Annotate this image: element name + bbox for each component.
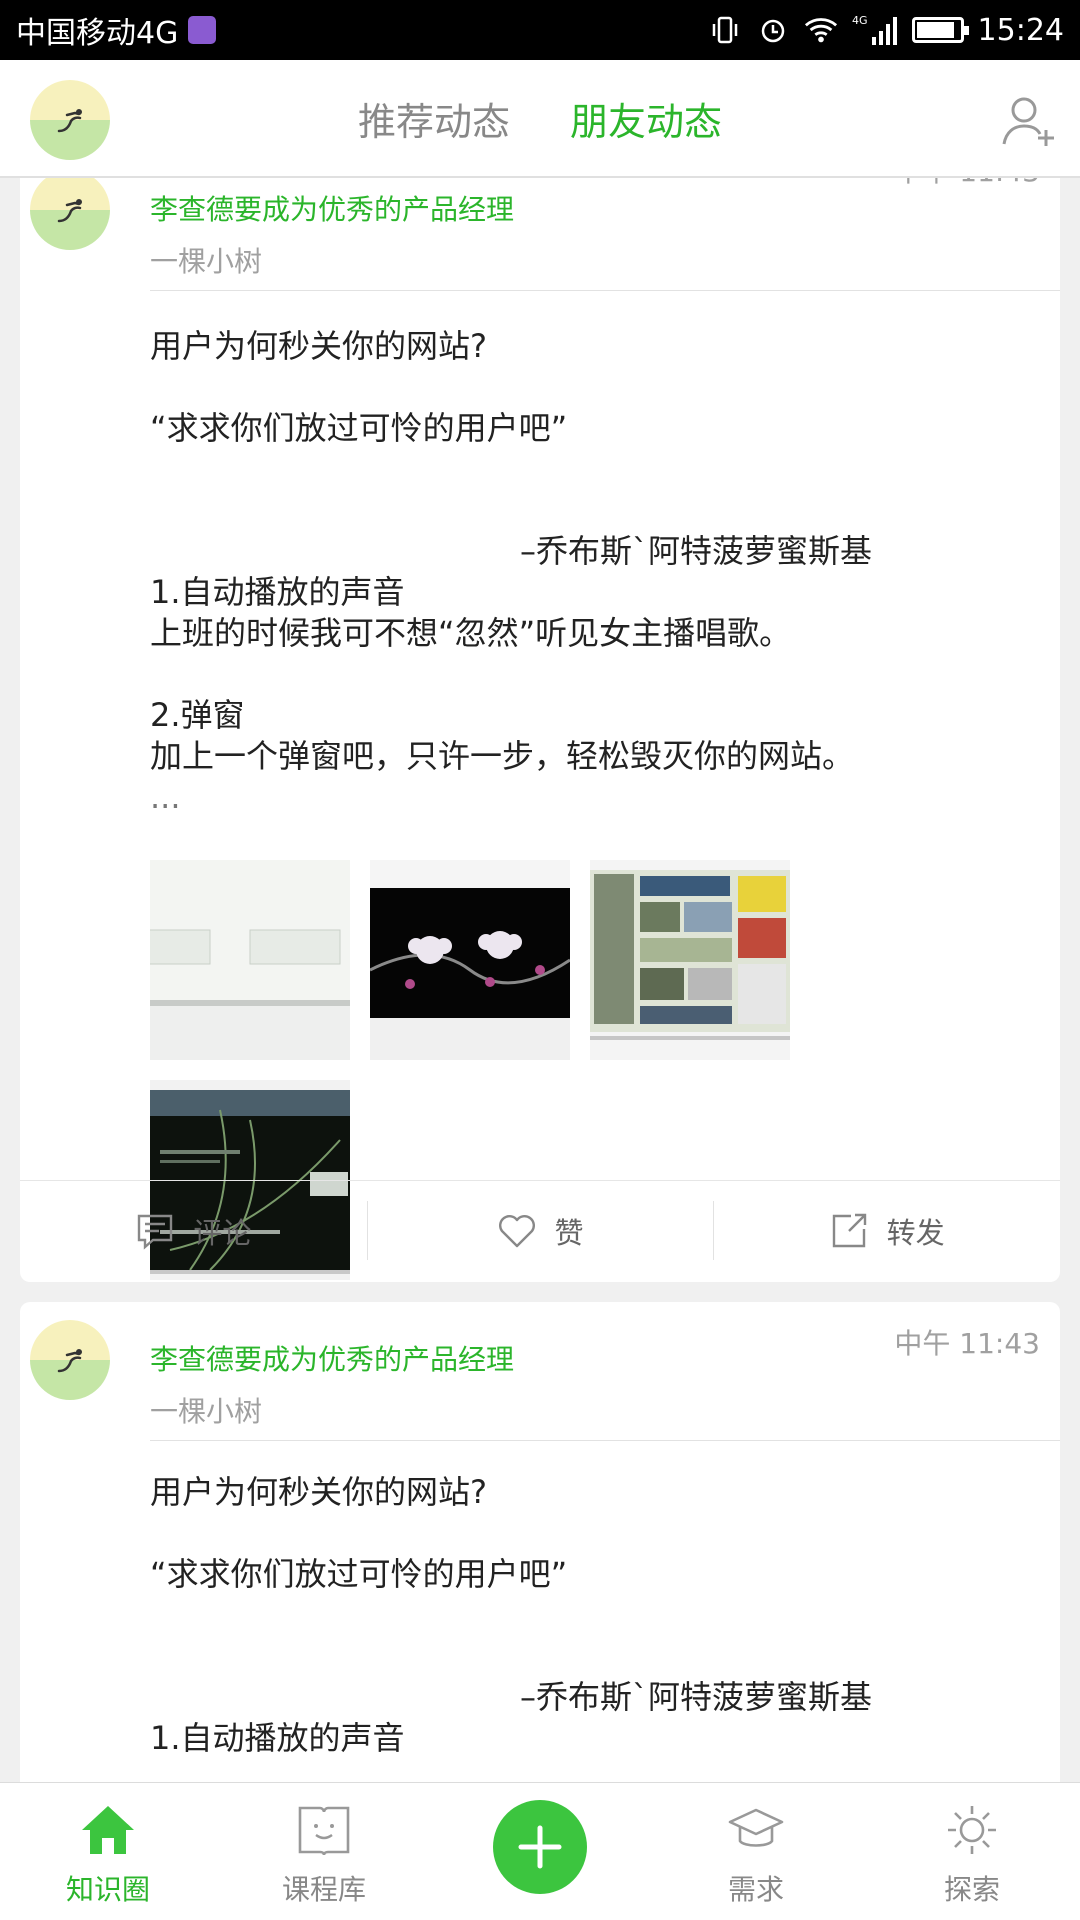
feed-tabs: 推荐动态 朋友动态 <box>0 60 1080 176</box>
tab-friends[interactable]: 朋友动态 <box>570 91 722 146</box>
comment-button[interactable]: 评论 <box>20 1181 367 1280</box>
post-content[interactable]: 用户为何秒关你的网站? “求求你们放过可怜的用户吧” –乔布斯`阿特菠萝蜜斯基 … <box>150 1472 1040 1759</box>
content-line: 上班的时候我可不想“忽然”听见女主播唱歌。 <box>150 614 792 652</box>
content-line: 1.自动播放的声音 <box>150 1719 405 1757</box>
nav-label: 知识圈 <box>65 1873 150 1906</box>
graduation-cap-icon <box>728 1808 784 1847</box>
content-line <box>150 1636 1040 1677</box>
clock: 15:24 <box>977 12 1064 48</box>
carrier-name: 中国移动4G <box>16 16 179 51</box>
vibrate-icon <box>708 13 742 47</box>
content-line <box>150 1513 1040 1554</box>
comment-label: 评论 <box>193 1215 252 1250</box>
divider <box>150 1440 1060 1441</box>
author-avatar[interactable] <box>30 178 110 250</box>
content-line: 加上一个弹窗吧，只许一步，轻松毁灭你的网站。 <box>150 737 855 775</box>
like-label: 赞 <box>554 1215 584 1250</box>
post-time: 中午 11:43 <box>894 178 1040 190</box>
ui-buttons-image[interactable] <box>150 860 350 1060</box>
divider <box>150 290 1060 291</box>
author-name[interactable]: 李查德要成为优秀的产品经理 <box>150 1338 514 1378</box>
nav-label: 探索 <box>943 1873 1000 1906</box>
nav-label: 课程库 <box>281 1873 366 1906</box>
status-bar: 中国移动4G 4G 15:24 <box>0 0 1080 60</box>
top-header: 推荐动态 朋友动态 <box>0 60 1080 178</box>
content-line: –乔布斯`阿特菠萝蜜斯基 <box>520 1678 873 1716</box>
network-badge: 4G <box>852 14 868 27</box>
notification-app-icon <box>188 16 217 44</box>
nav-knowledge-circle[interactable]: 知识圈 <box>0 1783 216 1920</box>
nav-create[interactable] <box>432 1783 648 1920</box>
feed-list[interactable]: 李查德要成为优秀的产品经理 一棵小树 中午 11:43 用户为何秒关你的网站? … <box>0 178 1080 1782</box>
share-button[interactable]: 转发 <box>713 1181 1060 1280</box>
comment-icon <box>138 1214 173 1250</box>
author-avatar[interactable] <box>30 1320 110 1400</box>
content-line: 用户为何秒关你的网站? <box>150 327 487 365</box>
content-line: “求求你们放过可怜的用户吧” <box>150 409 568 447</box>
post-card: 李查德要成为优秀的产品经理 一棵小树 中午 11:43 用户为何秒关你的网站? … <box>20 1302 1060 1782</box>
content-line: “求求你们放过可怜的用户吧” <box>150 1555 568 1593</box>
content-line <box>150 367 1040 408</box>
avatar-figure-icon <box>57 199 82 223</box>
avatar-figure-icon <box>57 1349 82 1373</box>
nav-explore[interactable]: 探索 <box>864 1783 1080 1920</box>
nav-needs[interactable]: 需求 <box>648 1783 864 1920</box>
content-line: ... <box>150 778 181 816</box>
author-subname: 一棵小树 <box>150 1395 263 1428</box>
author-subname: 一棵小树 <box>150 245 263 278</box>
content-line: –乔布斯`阿特菠萝蜜斯基 <box>520 532 873 570</box>
alarm-icon <box>756 13 790 47</box>
content-line <box>150 449 1040 490</box>
share-label: 转发 <box>886 1215 945 1250</box>
author-name[interactable]: 李查德要成为优秀的产品经理 <box>150 188 514 228</box>
post-card: 李查德要成为优秀的产品经理 一棵小树 中午 11:43 用户为何秒关你的网站? … <box>20 178 1060 1282</box>
tab-recommended[interactable]: 推荐动态 <box>358 91 510 146</box>
post-time: 中午 11:43 <box>894 1327 1040 1360</box>
signal-icon: 4G <box>852 13 898 47</box>
battery-icon <box>911 17 969 43</box>
bottom-nav: 知识圈 课程库 需求 探索 <box>0 1782 1080 1920</box>
post-content[interactable]: 用户为何秒关你的网站? “求求你们放过可怜的用户吧” –乔布斯`阿特菠萝蜜斯基 … <box>150 326 1040 818</box>
carrier-group: 中国移动4G <box>16 8 217 52</box>
add-friend-icon[interactable] <box>1000 90 1060 150</box>
cluttered-website-image[interactable] <box>590 860 790 1060</box>
battery-fill <box>916 22 955 38</box>
content-line: 2.弹窗 <box>150 696 245 734</box>
share-icon <box>832 1213 866 1247</box>
flower-banner-image[interactable] <box>370 860 570 1060</box>
content-line <box>150 654 1040 695</box>
content-line <box>150 490 1040 531</box>
content-line: 用户为何秒关你的网站? <box>150 1473 487 1511</box>
home-icon <box>82 1806 134 1854</box>
create-post-button[interactable] <box>493 1800 587 1894</box>
status-icons: 4G 15:24 <box>708 13 1064 48</box>
post-actions: 评论 赞 转发 <box>20 1180 1060 1280</box>
book-icon <box>298 1806 350 1856</box>
like-button[interactable]: 赞 <box>366 1181 714 1280</box>
plus-icon <box>518 1825 562 1869</box>
content-line <box>150 1595 1040 1636</box>
sun-icon <box>948 1806 996 1854</box>
content-line: 1.自动播放的声音 <box>150 573 405 611</box>
heart-icon <box>498 1214 535 1247</box>
wifi-icon <box>804 13 838 47</box>
nav-label: 需求 <box>727 1873 784 1906</box>
nav-course-library[interactable]: 课程库 <box>216 1783 432 1920</box>
